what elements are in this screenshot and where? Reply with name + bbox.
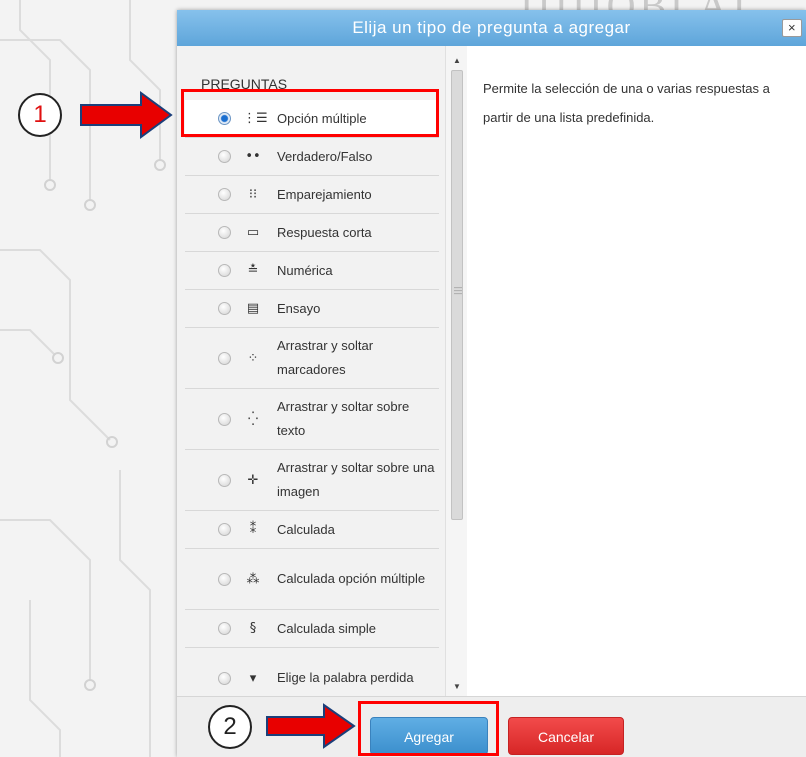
question-type-option[interactable]: ⁂ Calculada opción múltiple — [185, 549, 439, 610]
numerical-icon: ≛ — [247, 263, 259, 278]
question-type-option[interactable]: ⁝⁝ Emparejamiento — [185, 176, 439, 214]
question-type-option[interactable]: ▾ Elige la palabra perdida — [185, 648, 439, 696]
question-type-option[interactable]: ✛ Arrastrar y soltar sobre una imagen — [185, 450, 439, 511]
radio-button[interactable] — [218, 671, 231, 685]
drag-image-icon: ✛ — [247, 472, 259, 488]
question-type-label: Ensayo — [277, 300, 321, 316]
radio-button[interactable] — [218, 622, 231, 635]
radio-button[interactable] — [218, 572, 231, 586]
question-type-option[interactable]: § Calculada simple — [185, 610, 439, 648]
question-type-label: Calculada — [277, 521, 335, 537]
question-type-option[interactable]: ▭ Respuesta corta — [185, 214, 439, 252]
radio-button[interactable] — [218, 188, 231, 201]
question-type-label: Respuesta corta — [277, 224, 372, 240]
radio-button[interactable] — [218, 264, 231, 277]
question-type-label: Arrastrar y soltar marcadores — [277, 338, 374, 377]
essay-icon: ▤ — [246, 301, 260, 316]
radio-button[interactable] — [218, 150, 231, 163]
dialog-title: Elija un tipo de pregunta a agregar — [352, 18, 631, 37]
question-type-label: Emparejamiento — [277, 186, 372, 202]
highlight-selected-option — [181, 89, 439, 137]
radio-button[interactable] — [218, 473, 231, 487]
scroll-up-icon[interactable]: ▲ — [446, 54, 467, 68]
scroll-down-icon[interactable]: ▼ — [446, 680, 467, 694]
question-list-scrollbar[interactable]: ▲ — — — ▼ — [445, 46, 467, 696]
shortanswer-icon: ▭ — [246, 225, 260, 240]
missing-word-icon: ▾ — [249, 670, 257, 686]
question-type-label: Arrastrar y soltar sobre texto — [277, 399, 410, 438]
question-type-label: Calculada simple — [277, 620, 376, 636]
drag-text-icon: ⁛ — [247, 411, 259, 427]
scrollbar-thumb[interactable]: — — — — [451, 70, 463, 520]
close-button[interactable]: × — [782, 19, 802, 37]
question-type-label: Calculada opción múltiple — [277, 571, 426, 586]
question-type-option[interactable]: ≛ Numérica — [185, 252, 439, 290]
question-type-description: Permite la selección de una o varias res… — [483, 81, 770, 125]
truefalse-icon: •• — [245, 149, 261, 164]
question-type-label: Numérica — [277, 262, 333, 278]
calculated-icon: ⁑ — [249, 522, 257, 537]
question-type-label: Verdadero/Falso — [277, 148, 373, 164]
question-type-list: ⋮☰ Opción múltiple •• Verdadero/Falso ⁝⁝ Empa… — [185, 100, 439, 696]
calculated-simple-icon: § — [249, 621, 257, 636]
step-1-marker: 1 — [18, 93, 62, 137]
question-type-option[interactable]: •• Verdadero/Falso — [185, 138, 439, 176]
radio-button[interactable] — [218, 523, 231, 536]
radio-button[interactable] — [218, 226, 231, 239]
question-type-label: Arrastrar y soltar sobre una imagen — [277, 460, 435, 499]
question-list-pane: PREGUNTAS ⋮☰ Opción múltiple •• Verdadero/F… — [177, 46, 467, 696]
question-type-option[interactable]: ⁑ Calculada — [185, 511, 439, 549]
grip-icon: — — — — [454, 283, 462, 298]
highlight-add-button — [358, 701, 499, 756]
question-type-option[interactable]: ⁘ Arrastrar y soltar marcadores — [185, 328, 439, 389]
arrow-right-icon — [266, 703, 356, 749]
step-2-marker: 2 — [208, 705, 252, 749]
matching-icon: ⁝⁝ — [248, 187, 258, 202]
dialog-body: PREGUNTAS ⋮☰ Opción múltiple •• Verdadero/F… — [177, 46, 806, 696]
question-type-option[interactable]: ⁛ Arrastrar y soltar sobre texto — [185, 389, 439, 450]
question-type-label: Elige la palabra perdida — [277, 670, 414, 685]
cancel-button[interactable]: Cancelar — [508, 717, 624, 755]
drag-markers-icon: ⁘ — [247, 350, 259, 366]
arrow-right-icon — [80, 91, 173, 139]
radio-button[interactable] — [218, 351, 231, 365]
radio-button[interactable] — [218, 412, 231, 426]
dialog-titlebar: Elija un tipo de pregunta a agregar × — [177, 10, 806, 46]
calculated-multi-icon: ⁂ — [246, 571, 260, 587]
question-type-option[interactable]: ▤ Ensayo — [185, 290, 439, 328]
radio-button[interactable] — [218, 302, 231, 315]
